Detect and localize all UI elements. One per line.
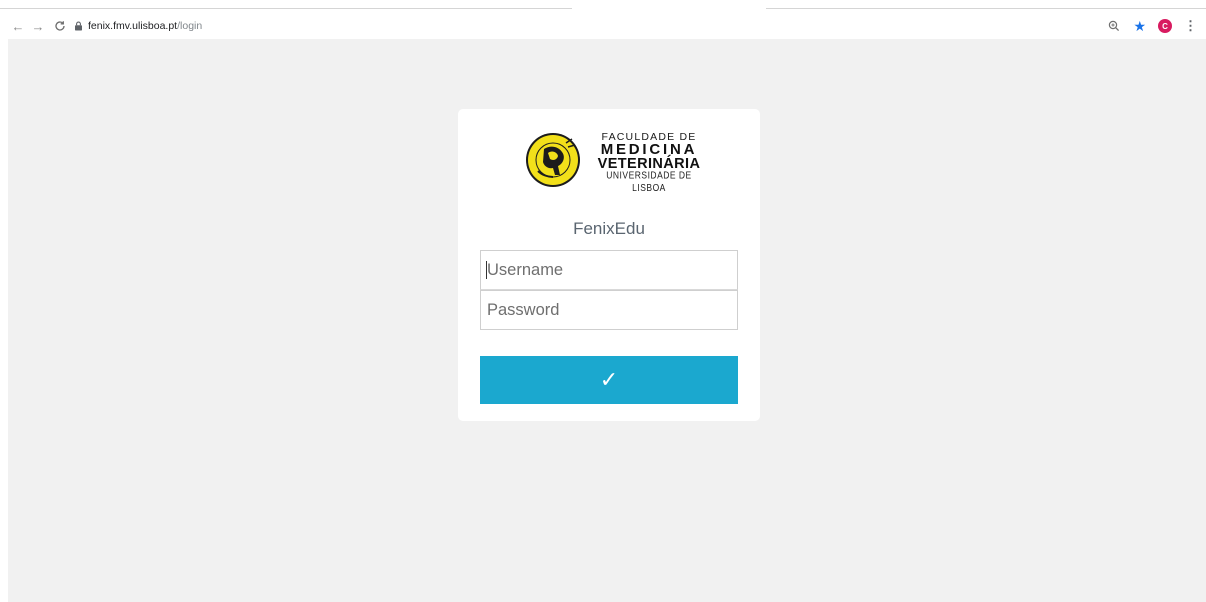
bookmark-star-icon[interactable]: ★	[1133, 19, 1146, 33]
faculty-logo: FACULDADE DE MEDICINA VETERINÁRIA UNIVER…	[522, 131, 702, 194]
username-input[interactable]	[480, 250, 738, 290]
address-bar[interactable]: fenix.fmv.ulisboa.pt/login	[72, 16, 1172, 36]
zoom-icon[interactable]	[1107, 19, 1121, 33]
login-card: FACULDADE DE MEDICINA VETERINÁRIA UNIVER…	[458, 109, 760, 421]
logo-line-universidade: UNIVERSIDADE DE LISBOA	[606, 169, 692, 194]
forward-icon[interactable]: →	[28, 16, 48, 36]
checkmark-icon: ✓	[599, 367, 619, 393]
reload-icon[interactable]	[50, 16, 70, 36]
logo-line-medicina: MEDICINA	[600, 141, 698, 158]
url-text: fenix.fmv.ulisboa.pt/login	[88, 20, 203, 32]
back-icon[interactable]: ←	[8, 16, 28, 36]
password-input[interactable]	[480, 290, 738, 330]
faculty-seal-icon	[526, 133, 580, 187]
app-title: FenixEdu	[573, 219, 645, 238]
lock-icon	[72, 20, 84, 32]
faculty-name: FACULDADE DE MEDICINA VETERINÁRIA UNIVER…	[594, 131, 704, 194]
page-viewport: FACULDADE DE MEDICINA VETERINÁRIA UNIVER…	[8, 39, 1206, 602]
profile-avatar[interactable]: C	[1158, 19, 1172, 33]
text-cursor	[486, 261, 487, 279]
toolbar-actions: ★ C ⋮	[1107, 16, 1197, 36]
login-submit-button[interactable]: ✓	[480, 356, 738, 404]
browser-toolbar: ← → fenix.fmv.ulisboa.pt/login ★ C ⋮	[8, 14, 1206, 38]
kebab-menu-icon[interactable]: ⋮	[1184, 18, 1197, 34]
tab-gap	[572, 6, 766, 10]
